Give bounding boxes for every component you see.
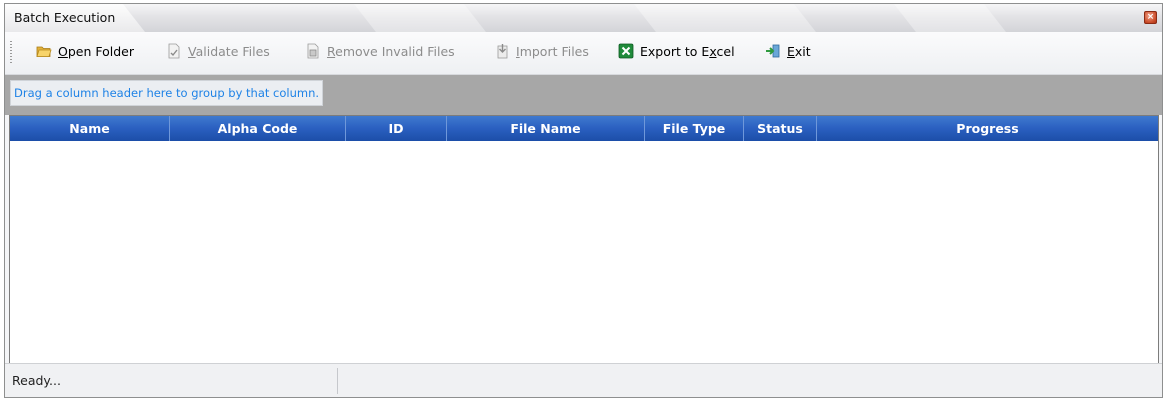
toolbar: Open Folder Validate Files Remove Invali… xyxy=(5,32,1162,75)
close-button[interactable]: × xyxy=(1144,11,1157,24)
column-header-file-name[interactable]: File Name xyxy=(447,116,645,141)
window-title: Batch Execution xyxy=(14,10,116,25)
grid-header: Name Alpha Code ID File Name File Type S… xyxy=(10,116,1158,141)
exit-label: Exit xyxy=(787,43,811,59)
validate-document-icon xyxy=(166,43,182,59)
status-bar-divider xyxy=(337,368,338,394)
column-header-name[interactable]: Name xyxy=(10,116,170,141)
title-bar: Batch Execution × xyxy=(5,4,1162,32)
title-bar-decoration xyxy=(894,4,1006,32)
title-bar-decoration xyxy=(634,4,816,32)
column-header-status[interactable]: Status xyxy=(744,116,817,141)
toolbar-grip[interactable] xyxy=(10,41,12,63)
import-files-label: Import Files xyxy=(516,43,589,59)
column-header-file-type[interactable]: File Type xyxy=(645,116,744,141)
import-files-button[interactable]: Import Files xyxy=(494,40,589,62)
batch-execution-window: Batch Execution × Open Folder Validate F… xyxy=(4,3,1163,398)
close-icon: × xyxy=(1146,12,1155,22)
validate-files-label: Validate Files xyxy=(188,43,270,59)
open-folder-label: Open Folder xyxy=(58,43,134,59)
title-bar-decoration xyxy=(354,4,486,32)
column-header-progress[interactable]: Progress xyxy=(817,116,1158,141)
excel-icon xyxy=(618,43,634,59)
status-text: Ready... xyxy=(12,373,61,388)
column-header-id[interactable]: ID xyxy=(346,116,447,141)
group-by-panel[interactable]: Drag a column header here to group by th… xyxy=(5,75,1162,115)
import-icon xyxy=(494,43,510,59)
folder-icon xyxy=(36,43,52,59)
exit-icon xyxy=(765,43,781,59)
remove-invalid-files-label: Remove Invalid Files xyxy=(327,43,455,59)
remove-document-icon xyxy=(305,43,321,59)
export-to-excel-label: Export to Excel xyxy=(640,43,735,59)
group-by-hint: Drag a column header here to group by th… xyxy=(10,80,324,106)
open-folder-button[interactable]: Open Folder xyxy=(36,40,134,62)
remove-invalid-files-button[interactable]: Remove Invalid Files xyxy=(305,40,455,62)
validate-files-button[interactable]: Validate Files xyxy=(166,40,270,62)
exit-button[interactable]: Exit xyxy=(765,40,811,62)
status-bar: Ready... xyxy=(5,363,1162,397)
batch-grid[interactable]: Name Alpha Code ID File Name File Type S… xyxy=(9,115,1159,365)
export-to-excel-button[interactable]: Export to Excel xyxy=(618,40,735,62)
column-header-alpha-code[interactable]: Alpha Code xyxy=(170,116,346,141)
